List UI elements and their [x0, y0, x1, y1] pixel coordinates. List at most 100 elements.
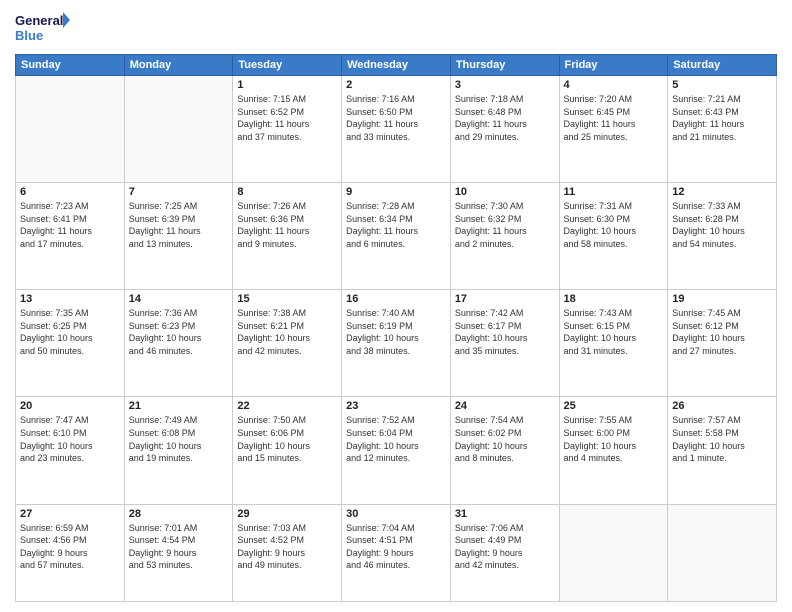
- day-number: 4: [564, 79, 664, 91]
- calendar-cell: 9 Sunrise: 7:28 AM Sunset: 6:34 PM Daylig…: [342, 183, 451, 290]
- day-info: Sunrise: 7:06 AM Sunset: 4:49 PM Dayligh…: [455, 522, 555, 572]
- calendar-cell: 3Sunrise: 7:18 AM Sunset: 6:48 PM Daylig…: [450, 76, 559, 183]
- calendar-cell: 12 Sunrise: 7:33 AM Sunset: 6:28 PM Dayli…: [668, 183, 777, 290]
- day-number: 27: [20, 508, 120, 520]
- day-info: Sunrise: 7:28 AM Sunset: 6:34 PM Dayligh…: [346, 200, 446, 250]
- logo-svg: General Blue: [15, 10, 70, 48]
- calendar-table: SundayMondayTuesdayWednesdayThursdayFrid…: [15, 54, 777, 602]
- day-header-tuesday: Tuesday: [233, 55, 342, 76]
- calendar-header-row: SundayMondayTuesdayWednesdayThursdayFrid…: [16, 55, 777, 76]
- day-number: 1: [237, 79, 337, 91]
- day-info: Sunrise: 7:50 AM Sunset: 6:06 PM Dayligh…: [237, 414, 337, 464]
- day-info: Sunrise: 7:18 AM Sunset: 6:48 PM Dayligh…: [455, 93, 555, 143]
- day-info: Sunrise: 7:45 AM Sunset: 6:12 PM Dayligh…: [672, 307, 772, 357]
- calendar-cell: 1 Sunrise: 7:15 AM Sunset: 6:52 PM Daylig…: [233, 76, 342, 183]
- calendar-cell: 8Sunrise: 7:26 AM Sunset: 6:36 PM Daylig…: [233, 183, 342, 290]
- day-number: 21: [129, 400, 229, 412]
- day-number: 9: [346, 186, 446, 198]
- day-info: Sunrise: 6:59 AM Sunset: 4:56 PM Dayligh…: [20, 522, 120, 572]
- day-number: 8: [237, 186, 337, 198]
- day-number: 13: [20, 293, 120, 305]
- day-number: 12: [672, 186, 772, 198]
- logo: General Blue: [15, 10, 70, 48]
- svg-text:General: General: [15, 13, 63, 28]
- calendar-cell: 14 Sunrise: 7:36 AM Sunset: 6:23 PM Dayli…: [124, 290, 233, 397]
- day-info: Sunrise: 7:31 AM Sunset: 6:30 PM Dayligh…: [564, 200, 664, 250]
- day-number: 30: [346, 508, 446, 520]
- day-number: 26: [672, 400, 772, 412]
- day-info: Sunrise: 7:36 AM Sunset: 6:23 PM Dayligh…: [129, 307, 229, 357]
- calendar-cell: [16, 76, 125, 183]
- calendar-cell: 6 Sunrise: 7:23 AM Sunset: 6:41 PM Daylig…: [16, 183, 125, 290]
- day-number: 5: [672, 79, 772, 91]
- calendar-cell: 19 Sunrise: 7:45 AM Sunset: 6:12 PM Dayli…: [668, 290, 777, 397]
- day-info: Sunrise: 7:54 AM Sunset: 6:02 PM Dayligh…: [455, 414, 555, 464]
- day-number: 14: [129, 293, 229, 305]
- day-number: 7: [129, 186, 229, 198]
- calendar-cell: [559, 504, 668, 601]
- day-number: 31: [455, 508, 555, 520]
- day-info: Sunrise: 7:04 AM Sunset: 4:51 PM Dayligh…: [346, 522, 446, 572]
- day-info: Sunrise: 7:47 AM Sunset: 6:10 PM Dayligh…: [20, 414, 120, 464]
- day-info: Sunrise: 7:40 AM Sunset: 6:19 PM Dayligh…: [346, 307, 446, 357]
- day-number: 2: [346, 79, 446, 91]
- calendar-cell: 16 Sunrise: 7:40 AM Sunset: 6:19 PM Dayli…: [342, 290, 451, 397]
- calendar-cell: 10 Sunrise: 7:30 AM Sunset: 6:32 PM Dayli…: [450, 183, 559, 290]
- calendar-cell: 28 Sunrise: 7:01 AM Sunset: 4:54 PM Dayli…: [124, 504, 233, 601]
- day-number: 16: [346, 293, 446, 305]
- day-info: Sunrise: 7:15 AM Sunset: 6:52 PM Dayligh…: [237, 93, 337, 143]
- calendar-cell: 5 Sunrise: 7:21 AM Sunset: 6:43 PM Daylig…: [668, 76, 777, 183]
- day-number: 24: [455, 400, 555, 412]
- calendar-cell: 17Sunrise: 7:42 AM Sunset: 6:17 PM Dayli…: [450, 290, 559, 397]
- day-info: Sunrise: 7:43 AM Sunset: 6:15 PM Dayligh…: [564, 307, 664, 357]
- calendar-cell: [124, 76, 233, 183]
- calendar-cell: 4 Sunrise: 7:20 AM Sunset: 6:45 PM Daylig…: [559, 76, 668, 183]
- day-header-monday: Monday: [124, 55, 233, 76]
- day-info: Sunrise: 7:35 AM Sunset: 6:25 PM Dayligh…: [20, 307, 120, 357]
- day-info: Sunrise: 7:42 AM Sunset: 6:17 PM Dayligh…: [455, 307, 555, 357]
- calendar-cell: 21 Sunrise: 7:49 AM Sunset: 6:08 PM Dayli…: [124, 397, 233, 504]
- day-header-wednesday: Wednesday: [342, 55, 451, 76]
- calendar-cell: 25 Sunrise: 7:55 AM Sunset: 6:00 PM Dayli…: [559, 397, 668, 504]
- day-number: 15: [237, 293, 337, 305]
- calendar-cell: 24 Sunrise: 7:54 AM Sunset: 6:02 PM Dayli…: [450, 397, 559, 504]
- day-info: Sunrise: 7:30 AM Sunset: 6:32 PM Dayligh…: [455, 200, 555, 250]
- day-info: Sunrise: 7:01 AM Sunset: 4:54 PM Dayligh…: [129, 522, 229, 572]
- calendar-cell: 30 Sunrise: 7:04 AM Sunset: 4:51 PM Dayli…: [342, 504, 451, 601]
- day-header-friday: Friday: [559, 55, 668, 76]
- day-info: Sunrise: 7:21 AM Sunset: 6:43 PM Dayligh…: [672, 93, 772, 143]
- day-info: Sunrise: 7:03 AM Sunset: 4:52 PM Dayligh…: [237, 522, 337, 572]
- day-number: 28: [129, 508, 229, 520]
- day-number: 19: [672, 293, 772, 305]
- calendar-cell: 26 Sunrise: 7:57 AM Sunset: 5:58 PM Dayli…: [668, 397, 777, 504]
- header: General Blue: [15, 10, 777, 48]
- calendar-cell: 7Sunrise: 7:25 AM Sunset: 6:39 PM Daylig…: [124, 183, 233, 290]
- day-header-saturday: Saturday: [668, 55, 777, 76]
- day-info: Sunrise: 7:23 AM Sunset: 6:41 PM Dayligh…: [20, 200, 120, 250]
- calendar-cell: 22Sunrise: 7:50 AM Sunset: 6:06 PM Dayli…: [233, 397, 342, 504]
- calendar-cell: 11 Sunrise: 7:31 AM Sunset: 6:30 PM Dayli…: [559, 183, 668, 290]
- day-number: 23: [346, 400, 446, 412]
- day-number: 11: [564, 186, 664, 198]
- day-number: 10: [455, 186, 555, 198]
- day-number: 25: [564, 400, 664, 412]
- calendar-cell: 2Sunrise: 7:16 AM Sunset: 6:50 PM Daylig…: [342, 76, 451, 183]
- page: General Blue SundayMondayTuesdayWednesda…: [0, 0, 792, 612]
- calendar-cell: 23 Sunrise: 7:52 AM Sunset: 6:04 PM Dayli…: [342, 397, 451, 504]
- day-header-sunday: Sunday: [16, 55, 125, 76]
- day-info: Sunrise: 7:55 AM Sunset: 6:00 PM Dayligh…: [564, 414, 664, 464]
- day-number: 6: [20, 186, 120, 198]
- day-info: Sunrise: 7:49 AM Sunset: 6:08 PM Dayligh…: [129, 414, 229, 464]
- day-number: 20: [20, 400, 120, 412]
- calendar-cell: 13 Sunrise: 7:35 AM Sunset: 6:25 PM Dayli…: [16, 290, 125, 397]
- day-info: Sunrise: 7:33 AM Sunset: 6:28 PM Dayligh…: [672, 200, 772, 250]
- day-info: Sunrise: 7:52 AM Sunset: 6:04 PM Dayligh…: [346, 414, 446, 464]
- svg-text:Blue: Blue: [15, 28, 43, 43]
- calendar-cell: 15Sunrise: 7:38 AM Sunset: 6:21 PM Dayli…: [233, 290, 342, 397]
- day-info: Sunrise: 7:57 AM Sunset: 5:58 PM Dayligh…: [672, 414, 772, 464]
- calendar-cell: 31 Sunrise: 7:06 AM Sunset: 4:49 PM Dayli…: [450, 504, 559, 601]
- calendar-cell: 18Sunrise: 7:43 AM Sunset: 6:15 PM Dayli…: [559, 290, 668, 397]
- calendar-cell: 27 Sunrise: 6:59 AM Sunset: 4:56 PM Dayli…: [16, 504, 125, 601]
- day-info: Sunrise: 7:20 AM Sunset: 6:45 PM Dayligh…: [564, 93, 664, 143]
- day-header-thursday: Thursday: [450, 55, 559, 76]
